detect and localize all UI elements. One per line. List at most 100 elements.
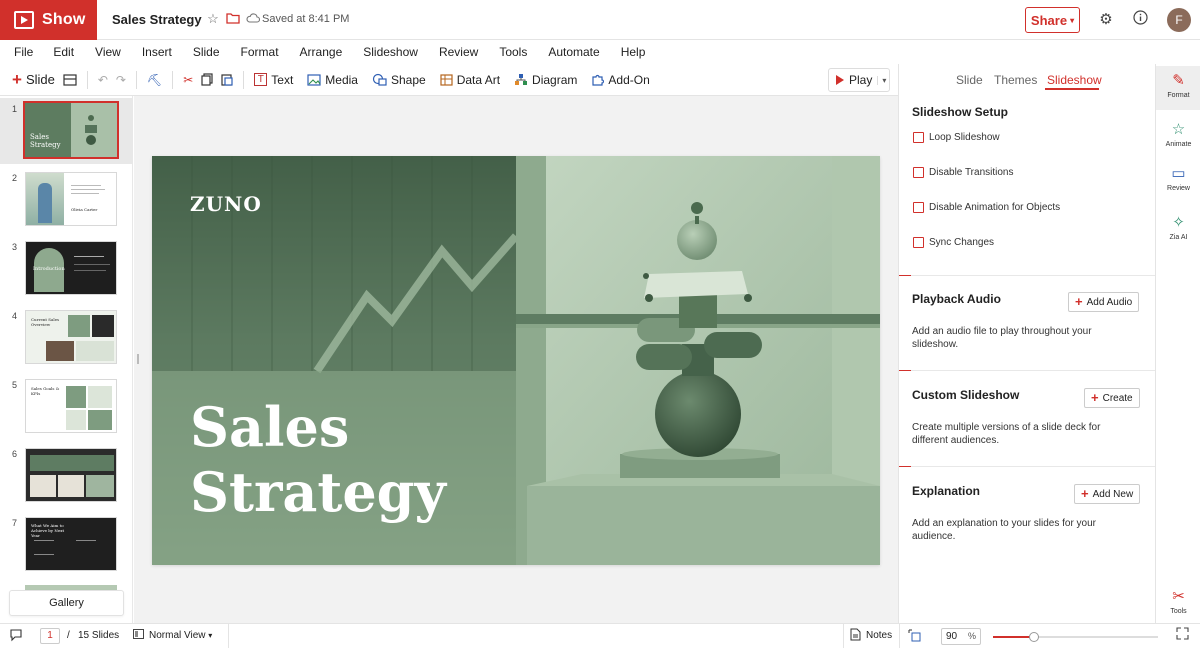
cut-button[interactable]: ✂ (179, 68, 197, 92)
undo-button[interactable]: ↶ (94, 68, 112, 92)
panel-tabs: Slide Themes Slideshow (899, 64, 1156, 96)
add-on-button[interactable]: Add-On (587, 68, 653, 92)
notes-icon (850, 628, 861, 644)
folder-icon[interactable] (226, 12, 240, 26)
insert-diagram-button[interactable]: Diagram (510, 68, 581, 92)
panel-resize-handle[interactable] (137, 354, 139, 364)
layout-button[interactable] (59, 68, 81, 92)
view-mode-selector[interactable]: Normal View ▾ (149, 630, 212, 641)
slide-thumbnail-7[interactable]: 7 What We Aim to Achieve by Next Year (0, 512, 132, 578)
slide-brand-logo[interactable]: ZUNO (190, 192, 262, 216)
zoom-slider-handle[interactable] (1029, 632, 1040, 642)
share-button[interactable]: Share ▾ (1025, 7, 1080, 33)
slide-thumbnail-1[interactable]: 1 Sales Strategy (0, 98, 132, 164)
slideshow-setup-title: Slideshow Setup (912, 105, 1009, 119)
notes-button[interactable]: Notes (866, 630, 892, 641)
loop-slideshow-label: Loop Slideshow (929, 132, 1000, 143)
tab-slide[interactable]: Slide (956, 73, 983, 87)
plus-icon: + (1091, 390, 1099, 405)
rail-format-label: Format (1167, 92, 1190, 99)
thumbnail-number: 3 (12, 242, 18, 252)
rail-zia-ai[interactable]: ✧ Zia AI (1156, 208, 1200, 252)
redo-icon: ↷ (115, 72, 126, 87)
slide-thumbnail-3[interactable]: 3 Introduction (0, 236, 132, 302)
app-brand[interactable]: Show (0, 0, 97, 40)
toolbar-divider (135, 70, 137, 89)
menu-file[interactable]: File (14, 45, 53, 59)
slide-thumbnail-6[interactable]: 6 (0, 443, 132, 509)
menu-help[interactable]: Help (621, 45, 657, 59)
zoom-slider-fill (993, 636, 1035, 638)
thumbnail-title: What We Aim to Achieve by Next Year (31, 523, 65, 538)
gallery-button[interactable]: Gallery (9, 590, 124, 616)
expand-icon[interactable] (1176, 627, 1189, 643)
disable-transitions-checkbox[interactable] (913, 167, 924, 178)
play-options-chevron-icon[interactable]: ▾ (877, 75, 886, 85)
insert-shape-button[interactable]: Shape (368, 68, 430, 92)
menu-format[interactable]: Format (241, 45, 300, 59)
add-audio-button[interactable]: + Add Audio (1068, 292, 1140, 312)
menu-insert[interactable]: Insert (142, 45, 193, 59)
tools-icon: ✂ (1172, 588, 1185, 605)
zoom-slider[interactable] (993, 632, 1158, 642)
paste-button[interactable] (217, 68, 237, 92)
rail-animate[interactable]: ☆ Animate (1156, 115, 1200, 159)
zoom-input[interactable]: 90 % (941, 628, 981, 645)
menu-automate[interactable]: Automate (548, 45, 620, 59)
play-label: Play (849, 73, 873, 87)
tab-themes[interactable]: Themes (994, 73, 1037, 87)
copy-button[interactable] (197, 68, 217, 92)
disable-animation-checkbox[interactable] (913, 202, 924, 213)
play-button[interactable]: Play ▾ (828, 68, 890, 92)
insert-text-button[interactable]: T Text (250, 68, 297, 92)
insert-media-button[interactable]: Media (303, 68, 362, 92)
rail-format[interactable]: ✎ Format (1156, 66, 1200, 110)
loop-slideshow-checkbox[interactable] (913, 132, 924, 143)
slide-thumbnail-4[interactable]: 4 Current Sales Overview (0, 305, 132, 371)
active-tab-indicator (1045, 88, 1099, 90)
menu-view[interactable]: View (95, 45, 142, 59)
current-page-input[interactable]: 1 (40, 628, 60, 644)
rail-review[interactable]: ▭ Review (1156, 159, 1200, 203)
add-new-label: Add New (1092, 488, 1134, 500)
star-icon[interactable]: ☆ (206, 12, 220, 26)
thumbnail-number: 5 (12, 380, 18, 390)
menu-edit[interactable]: Edit (53, 45, 95, 59)
app-name: Show (42, 11, 86, 28)
menu-arrange[interactable]: Arrange (300, 45, 364, 59)
add-explanation-button[interactable]: + Add New (1074, 484, 1141, 504)
insert-data-art-button[interactable]: Data Art (436, 68, 504, 92)
tab-slideshow[interactable]: Slideshow (1047, 73, 1102, 87)
slide-thumbnail-5[interactable]: 5 Sales Goals & KPIs (0, 374, 132, 440)
document-title[interactable]: Sales Strategy (112, 12, 202, 27)
thumbnail-number: 7 (12, 518, 18, 528)
fit-to-window-icon[interactable] (908, 629, 921, 645)
menu-slideshow[interactable]: Slideshow (363, 45, 439, 59)
settings-gear-icon[interactable]: ⚙ (1096, 10, 1116, 30)
layout-icon (63, 73, 77, 86)
paint-brush-icon: ✎ (1172, 72, 1185, 89)
diagram-icon (515, 74, 528, 85)
new-slide-button[interactable]: + Slide (8, 68, 59, 92)
create-custom-slideshow-button[interactable]: + Create (1084, 388, 1140, 408)
avatar[interactable]: F (1167, 8, 1191, 32)
thumbnail-preview: Sales Strategy (23, 101, 119, 159)
thumbnail-number: 1 (12, 104, 18, 114)
info-icon[interactable] (1130, 10, 1150, 30)
scissors-icon: ✂ (183, 72, 194, 87)
diagram-label: Diagram (532, 72, 578, 87)
menu-tools[interactable]: Tools (499, 45, 548, 59)
format-painter-button[interactable]: ⛏ (143, 68, 166, 92)
slide-title-line-1[interactable]: Sales (190, 398, 349, 456)
sync-changes-checkbox[interactable] (913, 237, 924, 248)
rail-tools[interactable]: ✂ Tools (1156, 582, 1200, 626)
slide-thumbnail-2[interactable]: 2 Olivia Carter (0, 167, 132, 233)
redo-button[interactable]: ↷ (112, 68, 130, 92)
slide-thumbnail-panel: 1 Sales Strategy 2 Olivia Carter 3 Intro… (0, 96, 133, 623)
thumbnail-title: Sales Strategy (30, 133, 61, 149)
current-slide[interactable]: ZUNO Sales Strategy (152, 156, 880, 565)
slide-title-line-2[interactable]: Strategy (190, 463, 446, 521)
chat-icon[interactable] (9, 628, 23, 645)
menu-slide[interactable]: Slide (193, 45, 241, 59)
menu-review[interactable]: Review (439, 45, 499, 59)
